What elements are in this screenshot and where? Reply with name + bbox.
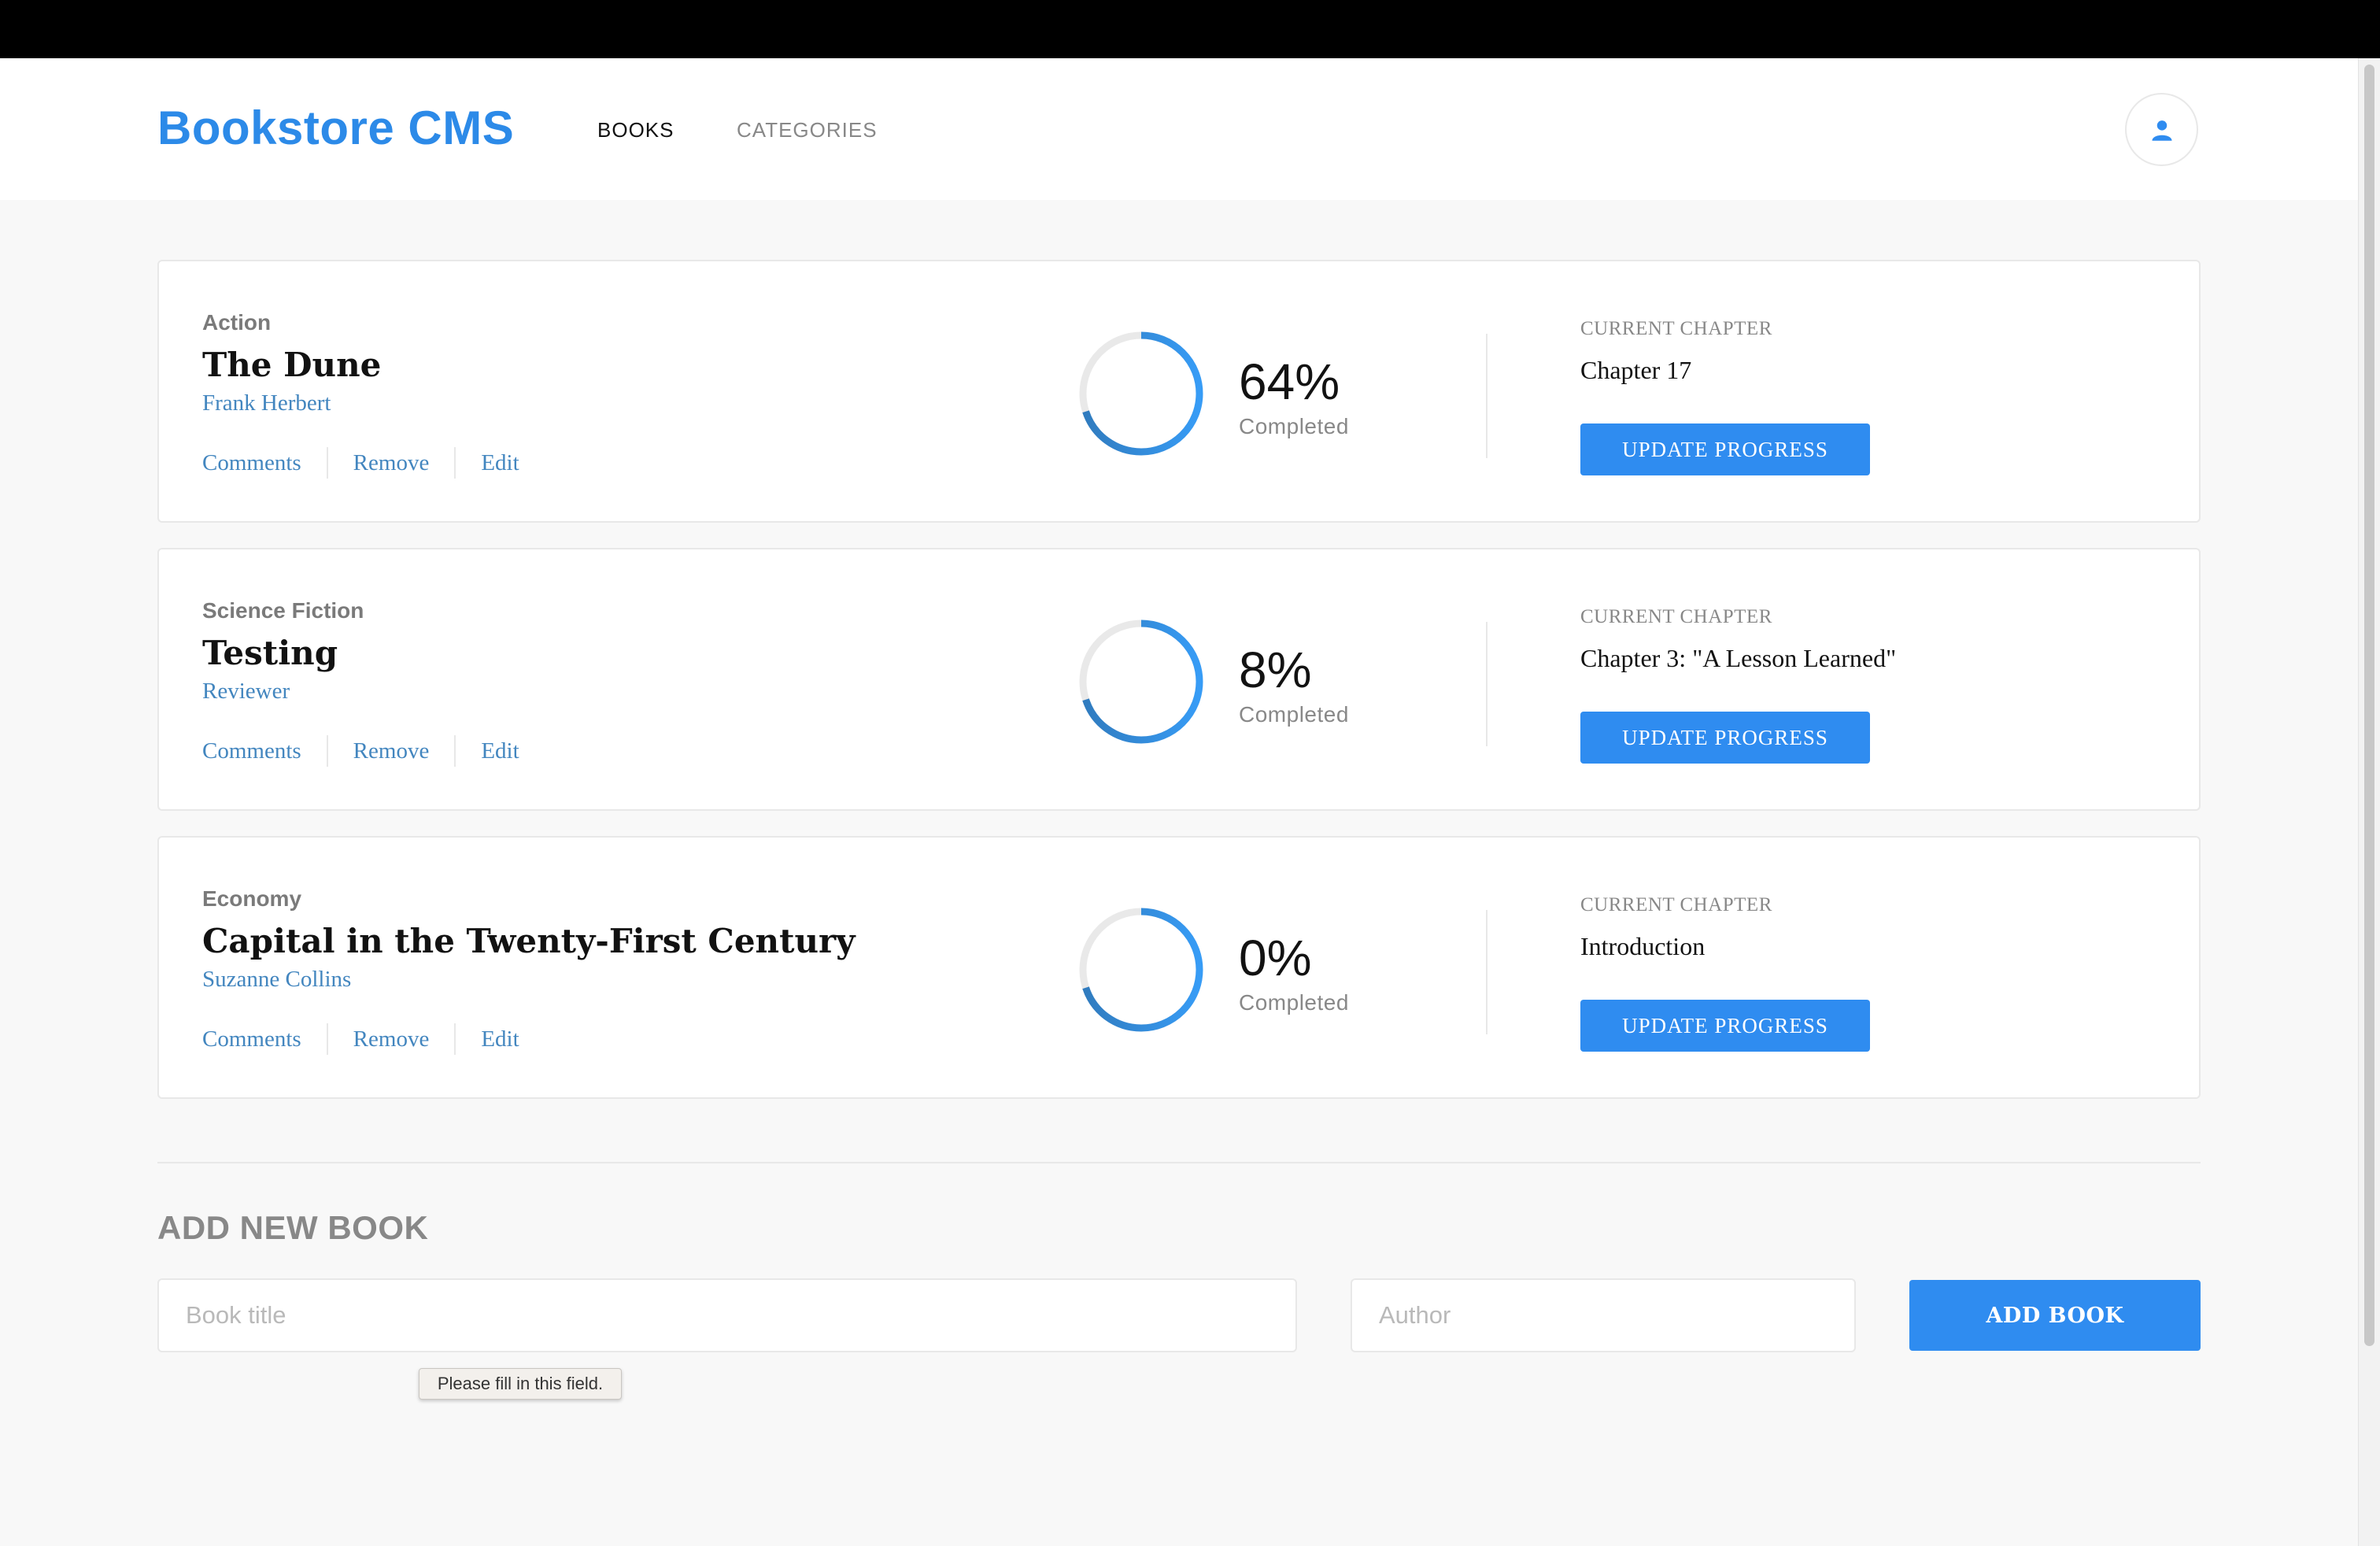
book-genre: Action: [202, 310, 272, 335]
current-chapter-value: Introduction: [1580, 932, 1706, 960]
remove-button[interactable]: Remove: [326, 1023, 455, 1055]
book-title: Testing: [202, 634, 338, 672]
book-author: Frank Herbert: [202, 390, 331, 416]
book-title: Capital in the Twenty-First Century: [202, 922, 856, 960]
progress-percent: 8%: [1239, 642, 1312, 698]
progress-ring: [1079, 908, 1203, 1032]
completed-label: Completed: [1239, 702, 1349, 727]
update-progress-button[interactable]: UPDATE PROGRESS: [1580, 712, 1870, 764]
comments-button[interactable]: Comments: [202, 447, 327, 479]
progress-ring: [1079, 620, 1203, 744]
update-progress-button[interactable]: UPDATE PROGRESS: [1580, 423, 1870, 475]
book-actions: Comments Remove Edit: [202, 447, 545, 479]
card-divider: [1486, 334, 1488, 458]
remove-button[interactable]: Remove: [326, 735, 455, 767]
current-chapter-label: CURRENT CHAPTER: [1580, 606, 1772, 627]
progress-percent: 0%: [1239, 930, 1312, 986]
book-card: Action The Dune Frank Herbert Comments R…: [157, 260, 2201, 523]
book-card: Economy Capital in the Twenty-First Cent…: [157, 836, 2201, 1099]
current-chapter-label: CURRENT CHAPTER: [1580, 894, 1772, 915]
window-top-bar: [0, 0, 2380, 58]
edit-button[interactable]: Edit: [454, 1023, 544, 1055]
nav-categories-link[interactable]: CATEGORIES: [737, 118, 878, 142]
completed-label: Completed: [1239, 414, 1349, 438]
card-divider: [1486, 622, 1488, 746]
comments-button[interactable]: Comments: [202, 735, 327, 767]
section-divider: [157, 1162, 2201, 1163]
user-avatar-button[interactable]: [2125, 93, 2198, 166]
user-icon: [2152, 120, 2171, 141]
edit-button[interactable]: Edit: [454, 447, 544, 479]
completed-label: Completed: [1239, 990, 1349, 1015]
book-title: The Dune: [202, 346, 382, 384]
current-chapter-value: Chapter 3: "A Lesson Learned": [1580, 644, 1897, 672]
app-header: Bookstore CMS BOOKS CATEGORIES: [0, 58, 2358, 200]
author-input[interactable]: Author: [1351, 1278, 1856, 1352]
book-card: Science Fiction Testing Reviewer Comment…: [157, 548, 2201, 811]
card-divider: [1486, 910, 1488, 1034]
progress-percent: 64%: [1239, 353, 1340, 410]
book-actions: Comments Remove Edit: [202, 735, 545, 767]
book-actions: Comments Remove Edit: [202, 1023, 545, 1055]
current-chapter-value: Chapter 17: [1580, 356, 1692, 384]
book-author: Reviewer: [202, 679, 290, 704]
nav-books-link[interactable]: BOOKS: [597, 118, 674, 142]
edit-button[interactable]: Edit: [454, 735, 544, 767]
current-chapter-label: CURRENT CHAPTER: [1580, 318, 1772, 339]
book-genre: Science Fiction: [202, 598, 364, 623]
book-genre: Economy: [202, 886, 302, 911]
progress-ring: [1079, 331, 1203, 456]
comments-button[interactable]: Comments: [202, 1023, 327, 1055]
remove-button[interactable]: Remove: [326, 447, 455, 479]
app-logo[interactable]: Bookstore CMS: [157, 101, 514, 155]
add-book-button[interactable]: ADD BOOK: [1909, 1280, 2201, 1351]
validation-tooltip: Please fill in this field.: [419, 1368, 622, 1400]
book-title-input[interactable]: Book title: [157, 1278, 1297, 1352]
update-progress-button[interactable]: UPDATE PROGRESS: [1580, 1000, 1870, 1052]
add-book-heading: ADD NEW BOOK: [157, 1209, 429, 1246]
book-author: Suzanne Collins: [202, 967, 352, 992]
scrollbar-thumb[interactable]: [2364, 65, 2374, 1346]
